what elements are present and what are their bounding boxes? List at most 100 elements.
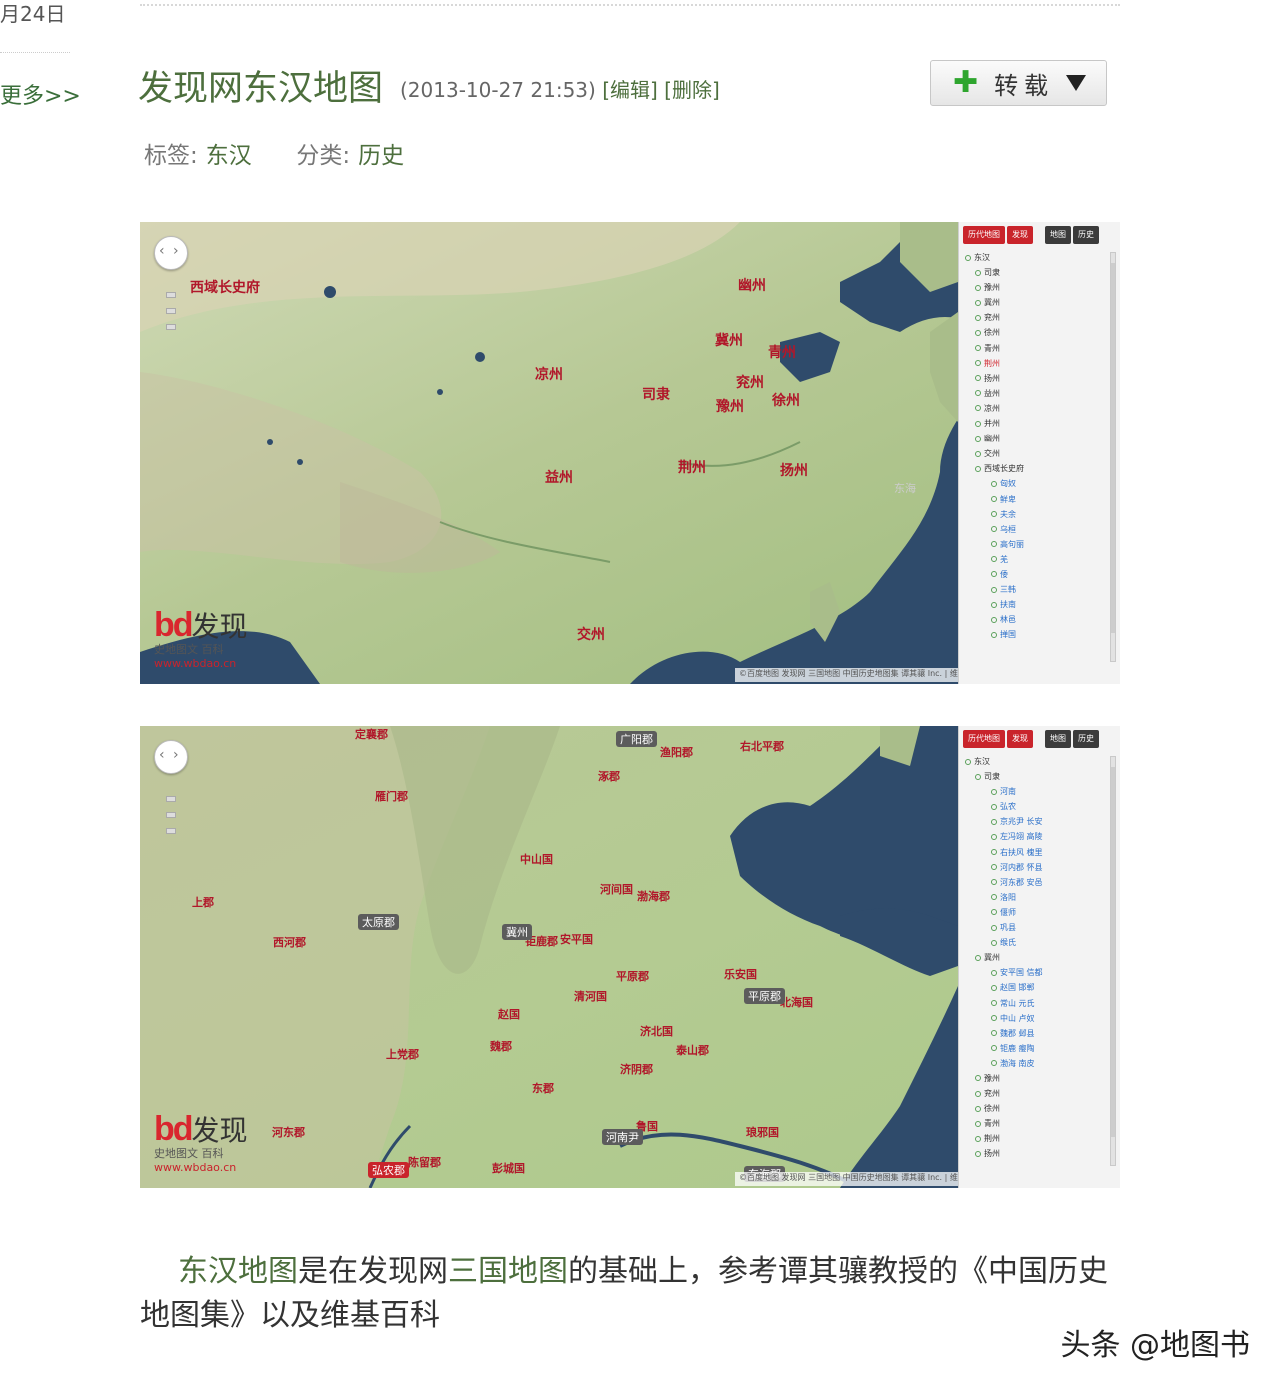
- layer-tree-item[interactable]: 河东郡 安邑: [965, 877, 1104, 892]
- layer-checkbox-icon[interactable]: [991, 526, 997, 533]
- layer-tree-item[interactable]: 扬州: [965, 373, 1104, 388]
- layer-checkbox-icon[interactable]: [975, 1135, 981, 1142]
- layer-tree-item[interactable]: 冀州: [965, 952, 1104, 967]
- layer-checkbox-icon[interactable]: [991, 969, 997, 976]
- layer-checkbox-icon[interactable]: [991, 586, 997, 593]
- layer-tree-item[interactable]: 冀州: [965, 297, 1104, 312]
- layer-checkbox-icon[interactable]: [991, 879, 997, 886]
- layer-tree-item[interactable]: 匈奴: [965, 478, 1104, 493]
- layer-tree-item[interactable]: 河南: [965, 786, 1104, 801]
- layer-tree-item[interactable]: 林邑: [965, 614, 1104, 629]
- layer-checkbox-icon[interactable]: [991, 1030, 997, 1037]
- map-place-tag[interactable]: 冀州: [502, 924, 532, 940]
- layer-tree-item[interactable]: 益州: [965, 388, 1104, 403]
- map-pan-control[interactable]: [154, 236, 188, 270]
- layer-tree-item[interactable]: 安平国 信都: [965, 967, 1104, 982]
- layer-checkbox-icon[interactable]: [975, 299, 981, 306]
- tab-discover[interactable]: 发现: [1007, 226, 1033, 244]
- layer-tree-item[interactable]: 扶南: [965, 599, 1104, 614]
- layer-tree-item[interactable]: 司隶: [965, 267, 1104, 282]
- layer-tree-item[interactable]: 徐州: [965, 327, 1104, 342]
- layer-tree-item[interactable]: 东汉: [965, 756, 1104, 771]
- layer-checkbox-icon[interactable]: [975, 954, 981, 961]
- layer-checkbox-icon[interactable]: [991, 1060, 997, 1067]
- layer-tree-item[interactable]: 常山 元氏: [965, 998, 1104, 1013]
- layer-checkbox-icon[interactable]: [991, 833, 997, 840]
- layer-tree-item[interactable]: 京兆尹 长安: [965, 816, 1104, 831]
- tab-history[interactable]: 历史: [1073, 226, 1099, 244]
- layer-tree-item[interactable]: 兖州: [965, 1088, 1104, 1103]
- layer-checkbox-icon[interactable]: [975, 1075, 981, 1082]
- layer-tree-item[interactable]: 洛阳: [965, 892, 1104, 907]
- layer-checkbox-icon[interactable]: [991, 818, 997, 825]
- panel-scrollbar[interactable]: [1110, 756, 1116, 1166]
- map-screenshot-1[interactable]: 西域长史府 幽州 冀州 青州 凉州 司隶 兖州 豫州 徐州 益州 荆州 扬州 交…: [140, 222, 1120, 684]
- layer-checkbox-icon[interactable]: [991, 939, 997, 946]
- layer-tree-item[interactable]: 豫州: [965, 282, 1104, 297]
- layer-tree-item[interactable]: 右扶风 槐里: [965, 847, 1104, 862]
- layer-tree-item[interactable]: 豫州: [965, 1073, 1104, 1088]
- layer-checkbox-icon[interactable]: [991, 511, 997, 518]
- layer-checkbox-icon[interactable]: [975, 329, 981, 336]
- layer-tree-item[interactable]: 西域长史府: [965, 463, 1104, 478]
- layer-checkbox-icon[interactable]: [991, 1045, 997, 1052]
- article-link-three-kingdoms-map[interactable]: 三国地图: [448, 1254, 568, 1289]
- layer-checkbox-icon[interactable]: [975, 314, 981, 321]
- category-link[interactable]: 历史: [358, 143, 404, 169]
- layer-checkbox-icon[interactable]: [975, 390, 981, 397]
- layer-checkbox-icon[interactable]: [991, 894, 997, 901]
- layer-tree-item[interactable]: 扬州: [965, 1148, 1104, 1163]
- layer-checkbox-icon[interactable]: [991, 1015, 997, 1022]
- layer-checkbox-icon[interactable]: [975, 420, 981, 427]
- map-place-tag[interactable]: 弘农郡: [368, 1162, 409, 1178]
- edit-link[interactable]: [编辑]: [602, 78, 658, 102]
- layer-tree-item[interactable]: 偃师: [965, 907, 1104, 922]
- layer-tree-item[interactable]: 夫余: [965, 509, 1104, 524]
- layer-tree-item[interactable]: 缑氏: [965, 937, 1104, 952]
- map-screenshot-2[interactable]: 定襄郡 渔阳郡 右北平郡 雁门郡 涿郡 中山国 上郡 西河郡 河间国 渤海郡 钜…: [140, 726, 1120, 1188]
- layer-tree-item[interactable]: 河内郡 怀县: [965, 862, 1104, 877]
- layer-checkbox-icon[interactable]: [975, 1105, 981, 1112]
- layer-checkbox-icon[interactable]: [991, 788, 997, 795]
- layer-tree-item[interactable]: 青州: [965, 1118, 1104, 1133]
- layer-checkbox-icon[interactable]: [975, 284, 981, 291]
- map-place-tag[interactable]: 广阳郡: [616, 731, 657, 747]
- layer-checkbox-icon[interactable]: [975, 360, 981, 367]
- layer-tree-item[interactable]: 东汉: [965, 252, 1104, 267]
- layer-checkbox-icon[interactable]: [991, 631, 997, 638]
- layer-checkbox-icon[interactable]: [965, 254, 971, 261]
- layer-tree-item[interactable]: 羌: [965, 554, 1104, 569]
- layer-checkbox-icon[interactable]: [965, 758, 971, 765]
- layer-tree-item[interactable]: 荆州: [965, 1133, 1104, 1148]
- layer-tree-item[interactable]: 荆州: [965, 358, 1104, 373]
- tab-map[interactable]: 地图: [1045, 730, 1071, 748]
- map-place-tag[interactable]: 平原郡: [744, 988, 785, 1004]
- layer-checkbox-icon[interactable]: [975, 405, 981, 412]
- reprint-button[interactable]: ✚ 转载: [930, 60, 1107, 106]
- layer-tree-item[interactable]: 三韩: [965, 584, 1104, 599]
- layer-checkbox-icon[interactable]: [975, 773, 981, 780]
- layer-checkbox-icon[interactable]: [975, 269, 981, 276]
- map-place-tag[interactable]: 太原郡: [358, 914, 399, 930]
- layer-tree-item[interactable]: 青州: [965, 343, 1104, 358]
- map-zoom-slider[interactable]: [166, 282, 176, 392]
- layer-tree-item[interactable]: 弘农: [965, 801, 1104, 816]
- panel-scrollbar[interactable]: [1110, 252, 1116, 662]
- layer-checkbox-icon[interactable]: [975, 1150, 981, 1157]
- layer-tree-item[interactable]: 并州: [965, 418, 1104, 433]
- layer-checkbox-icon[interactable]: [991, 480, 997, 487]
- layer-tree-item[interactable]: 司隶: [965, 771, 1104, 786]
- tab-map[interactable]: 地图: [1045, 226, 1071, 244]
- layer-checkbox-icon[interactable]: [991, 556, 997, 563]
- tab-historical-maps[interactable]: 历代地图: [963, 730, 1005, 748]
- tag-link[interactable]: 东汉: [206, 143, 252, 169]
- layer-checkbox-icon[interactable]: [975, 345, 981, 352]
- layer-checkbox-icon[interactable]: [991, 541, 997, 548]
- layer-checkbox-icon[interactable]: [991, 864, 997, 871]
- layer-tree-item[interactable]: 兖州: [965, 312, 1104, 327]
- layer-tree-item[interactable]: 徐州: [965, 1103, 1104, 1118]
- layer-tree-item[interactable]: 乌桓: [965, 524, 1104, 539]
- layer-tree-item[interactable]: 凉州: [965, 403, 1104, 418]
- layer-checkbox-icon[interactable]: [991, 496, 997, 502]
- layer-checkbox-icon[interactable]: [975, 1090, 981, 1097]
